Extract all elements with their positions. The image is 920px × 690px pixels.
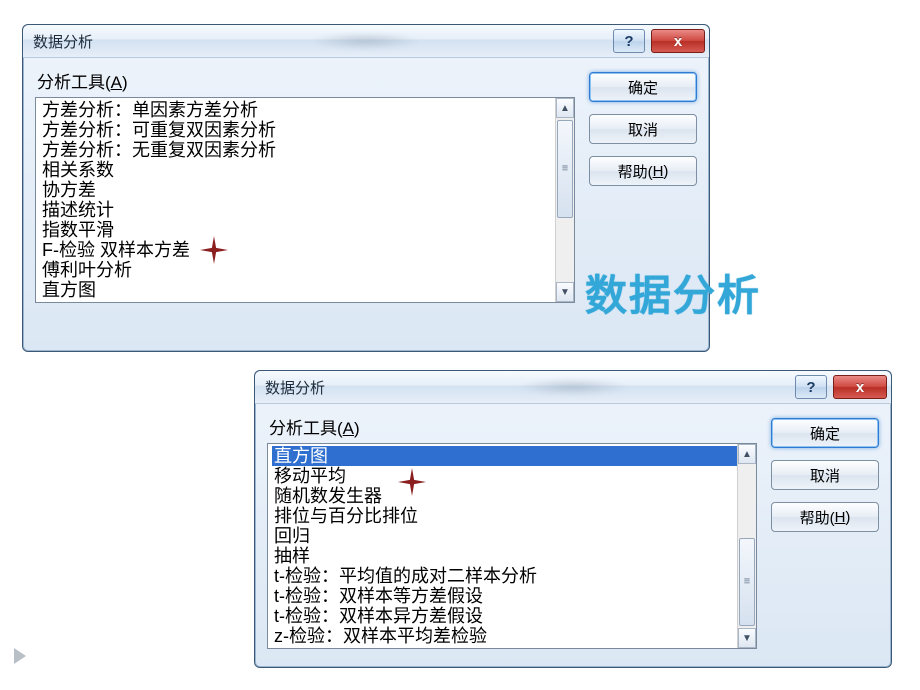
list-item[interactable]: 移动平均 [272,466,737,486]
analysis-tools-listbox[interactable]: 直方图 移动平均 随机数发生器 排位与百分比排位 回归 抽样 t-检验：平均值的… [267,443,757,649]
scroll-thumb[interactable] [557,120,573,218]
scroll-up-button[interactable]: ▲ [738,444,756,464]
dialog-title: 数据分析 [33,31,93,52]
title-blur-decoration [518,378,628,396]
list-item[interactable]: 相关系数 [40,160,555,180]
left-column: 分析工具(A) 直方图 移动平均 随机数发生器 排位与百分比排位 回归 抽样 t… [267,414,757,649]
list-item[interactable]: 随机数发生器 [272,486,737,506]
list-item[interactable]: 指数平滑 [40,220,555,240]
list-item[interactable]: 直方图 [272,446,737,466]
list-item[interactable]: t-检验：双样本等方差假设 [272,586,737,606]
dialog-data-analysis-2: 数据分析 ? x 分析工具(A) 直方图 移动平均 随机数发生器 排位与百分比排… [254,370,892,668]
listbox-viewport[interactable]: 直方图 移动平均 随机数发生器 排位与百分比排位 回归 抽样 t-检验：平均值的… [268,444,737,648]
help-button[interactable]: 帮助(H) [589,156,697,186]
close-icon: x [674,33,682,50]
ok-button[interactable]: 确定 [771,418,879,448]
help-window-button[interactable]: ? [795,375,827,399]
help-window-button[interactable]: ? [613,29,645,53]
scrollbar[interactable]: ▲ ▼ [737,444,756,648]
slide-heading: 数据分析 [585,262,761,323]
close-window-button[interactable]: x [651,29,705,53]
left-column: 分析工具(A) 方差分析：单因素方差分析 方差分析：可重复双因素分析 方差分析：… [35,68,575,303]
list-item[interactable]: 回归 [272,526,737,546]
scroll-track[interactable] [556,118,574,282]
right-column: 确定 取消 帮助(H) [771,414,879,649]
list-item[interactable]: 描述统计 [40,200,555,220]
window-buttons: ? x [613,29,705,53]
ok-button[interactable]: 确定 [589,72,697,102]
scroll-thumb[interactable] [739,538,755,626]
scroll-down-button[interactable]: ▼ [556,282,574,302]
scroll-track[interactable] [738,464,756,628]
title-blur-decoration [311,32,421,50]
scroll-up-button[interactable]: ▲ [556,98,574,118]
dialog-title: 数据分析 [265,377,325,398]
list-item[interactable]: F-检验 双样本方差 [40,240,555,260]
list-item[interactable]: 抽样 [272,546,737,566]
dialog-body: 分析工具(A) 直方图 移动平均 随机数发生器 排位与百分比排位 回归 抽样 t… [255,404,891,663]
list-item[interactable]: t-检验：双样本异方差假设 [272,606,737,626]
scroll-down-button[interactable]: ▼ [738,628,756,648]
section-label-analysis-tools: 分析工具(A) [269,414,757,439]
close-window-button[interactable]: x [833,375,887,399]
titlebar[interactable]: 数据分析 ? x [255,371,891,404]
analysis-tools-listbox[interactable]: 方差分析：单因素方差分析 方差分析：可重复双因素分析 方差分析：无重复双因素分析… [35,97,575,303]
list-item[interactable]: 方差分析：无重复双因素分析 [40,140,555,160]
slide-play-icon [14,648,26,664]
cancel-button[interactable]: 取消 [589,114,697,144]
list-item[interactable]: z-检验：双样本平均差检验 [272,626,737,646]
help-icon: ? [624,33,633,50]
list-item[interactable]: 直方图 [40,280,555,300]
window-buttons: ? x [795,375,887,399]
section-label-analysis-tools: 分析工具(A) [37,68,575,93]
listbox-viewport[interactable]: 方差分析：单因素方差分析 方差分析：可重复双因素分析 方差分析：无重复双因素分析… [36,98,555,302]
close-icon: x [856,379,864,396]
list-item[interactable]: 傅利叶分析 [40,260,555,280]
titlebar[interactable]: 数据分析 ? x [23,25,709,58]
cancel-button[interactable]: 取消 [771,460,879,490]
list-item[interactable]: 方差分析：单因素方差分析 [40,100,555,120]
list-item[interactable]: 协方差 [40,180,555,200]
list-item[interactable]: 排位与百分比排位 [272,506,737,526]
help-button[interactable]: 帮助(H) [771,502,879,532]
scrollbar[interactable]: ▲ ▼ [555,98,574,302]
list-item[interactable]: 方差分析：可重复双因素分析 [40,120,555,140]
list-item[interactable]: t-检验：平均值的成对二样本分析 [272,566,737,586]
help-icon: ? [806,379,815,396]
